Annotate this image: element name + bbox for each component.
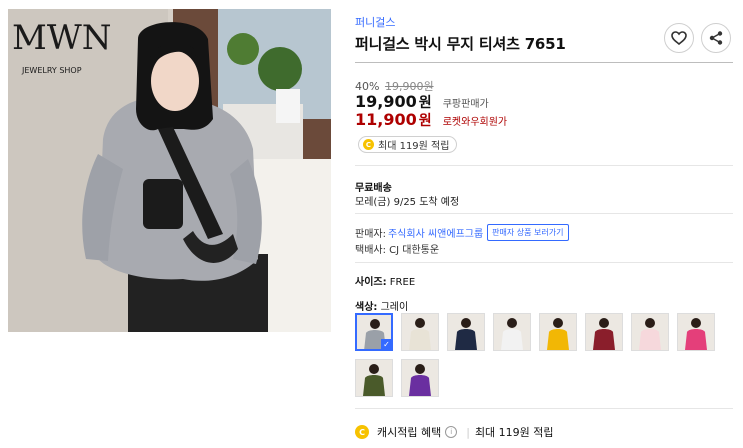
reward-text: 최대 119원 적립 — [378, 141, 450, 152]
seller-products-button[interactable]: 판매자 상품 보러가기 — [487, 224, 569, 241]
member-price-row: 11,900 원 로켓와우회원가 — [355, 110, 507, 130]
sign-subtext: JEWELRY SHOP — [21, 66, 82, 75]
reward-badge: C 최대 119원 적립 — [358, 136, 458, 153]
divider — [355, 408, 733, 409]
swatch-thumbnail — [494, 314, 530, 350]
color-swatch[interactable] — [401, 359, 439, 397]
wishlist-button[interactable] — [664, 23, 694, 53]
color-swatch[interactable] — [401, 313, 439, 351]
member-price-label: 로켓와우회원가 — [442, 117, 508, 128]
swatch-thumbnail — [540, 314, 576, 350]
shipping-date: 모레(금) 9/25 도착 예정 — [355, 197, 460, 208]
sign-text: MWN — [12, 18, 112, 58]
separator: | — [466, 425, 470, 439]
color-swatch[interactable] — [677, 313, 715, 351]
swatch-thumbnail — [448, 314, 484, 350]
color-swatch[interactable] — [493, 313, 531, 351]
brand-link[interactable]: 퍼니걸스 — [355, 14, 395, 30]
cash-reward-row: C 캐시적립 혜택 i | 최대 119원 적립 — [355, 424, 554, 440]
divider — [355, 165, 733, 166]
color-swatch[interactable]: ✓ — [355, 313, 393, 351]
size-value: FREE — [389, 277, 416, 288]
product-photo: MWN JEWELRY SHOP — [8, 9, 331, 332]
swatch-thumbnail — [678, 314, 714, 350]
sale-price: 19,900 — [355, 92, 417, 111]
swatch-thumbnail — [402, 360, 438, 396]
cash-text: 최대 119원 적립 — [474, 426, 554, 439]
cash-coin-icon: C — [355, 425, 369, 439]
swatch-thumbnail — [586, 314, 622, 350]
sale-price-label: 쿠팡판매가 — [442, 99, 489, 110]
sale-price-row: 19,900 원 쿠팡판매가 — [355, 92, 489, 112]
divider — [355, 213, 733, 214]
cash-label: 캐시적립 혜택 — [377, 426, 442, 439]
product-main-image[interactable]: MWN JEWELRY SHOP — [8, 9, 331, 332]
color-swatch[interactable] — [539, 313, 577, 351]
coin-icon: C — [363, 139, 374, 150]
sale-price-unit: 원 — [418, 95, 432, 111]
product-title: 퍼니걸스 박시 무지 티셔츠 7651 — [355, 35, 566, 53]
courier-info: 택배사: CJ 대한통운 — [355, 245, 440, 256]
color-option: 색상: 그레이 — [355, 298, 408, 313]
color-swatch[interactable] — [355, 359, 393, 397]
seller-row: 판매자: 주식회사 씨앤에프그룹 판매자 상품 보러가기 — [355, 224, 569, 241]
size-label: 사이즈: — [355, 277, 387, 288]
check-icon: ✓ — [381, 339, 391, 349]
color-swatch[interactable] — [447, 313, 485, 351]
member-price: 11,900 — [355, 110, 417, 129]
share-button[interactable] — [701, 23, 731, 53]
swatch-thumbnail — [402, 314, 438, 350]
color-swatch[interactable] — [631, 313, 669, 351]
color-swatch[interactable] — [585, 313, 623, 351]
product-info-panel: 퍼니걸스 퍼니걸스 박시 무지 티셔츠 7651 40% 19,900원 19,… — [355, 0, 735, 448]
member-price-unit: 원 — [418, 113, 432, 129]
heart-icon — [671, 31, 687, 45]
color-label: 색상: — [355, 302, 378, 313]
share-icon — [709, 31, 723, 45]
size-option: 사이즈: FREE — [355, 273, 415, 288]
divider — [355, 262, 733, 263]
swatch-thumbnail — [632, 314, 668, 350]
seller-name-link[interactable]: 주식회사 씨앤에프그룹 — [388, 225, 483, 240]
divider — [355, 62, 733, 63]
swatch-thumbnail — [356, 360, 392, 396]
info-icon[interactable]: i — [445, 426, 458, 438]
shipping-title: 무료배송 — [355, 183, 392, 194]
seller-label: 판매자: — [355, 229, 386, 240]
color-value: 그레이 — [380, 302, 409, 313]
